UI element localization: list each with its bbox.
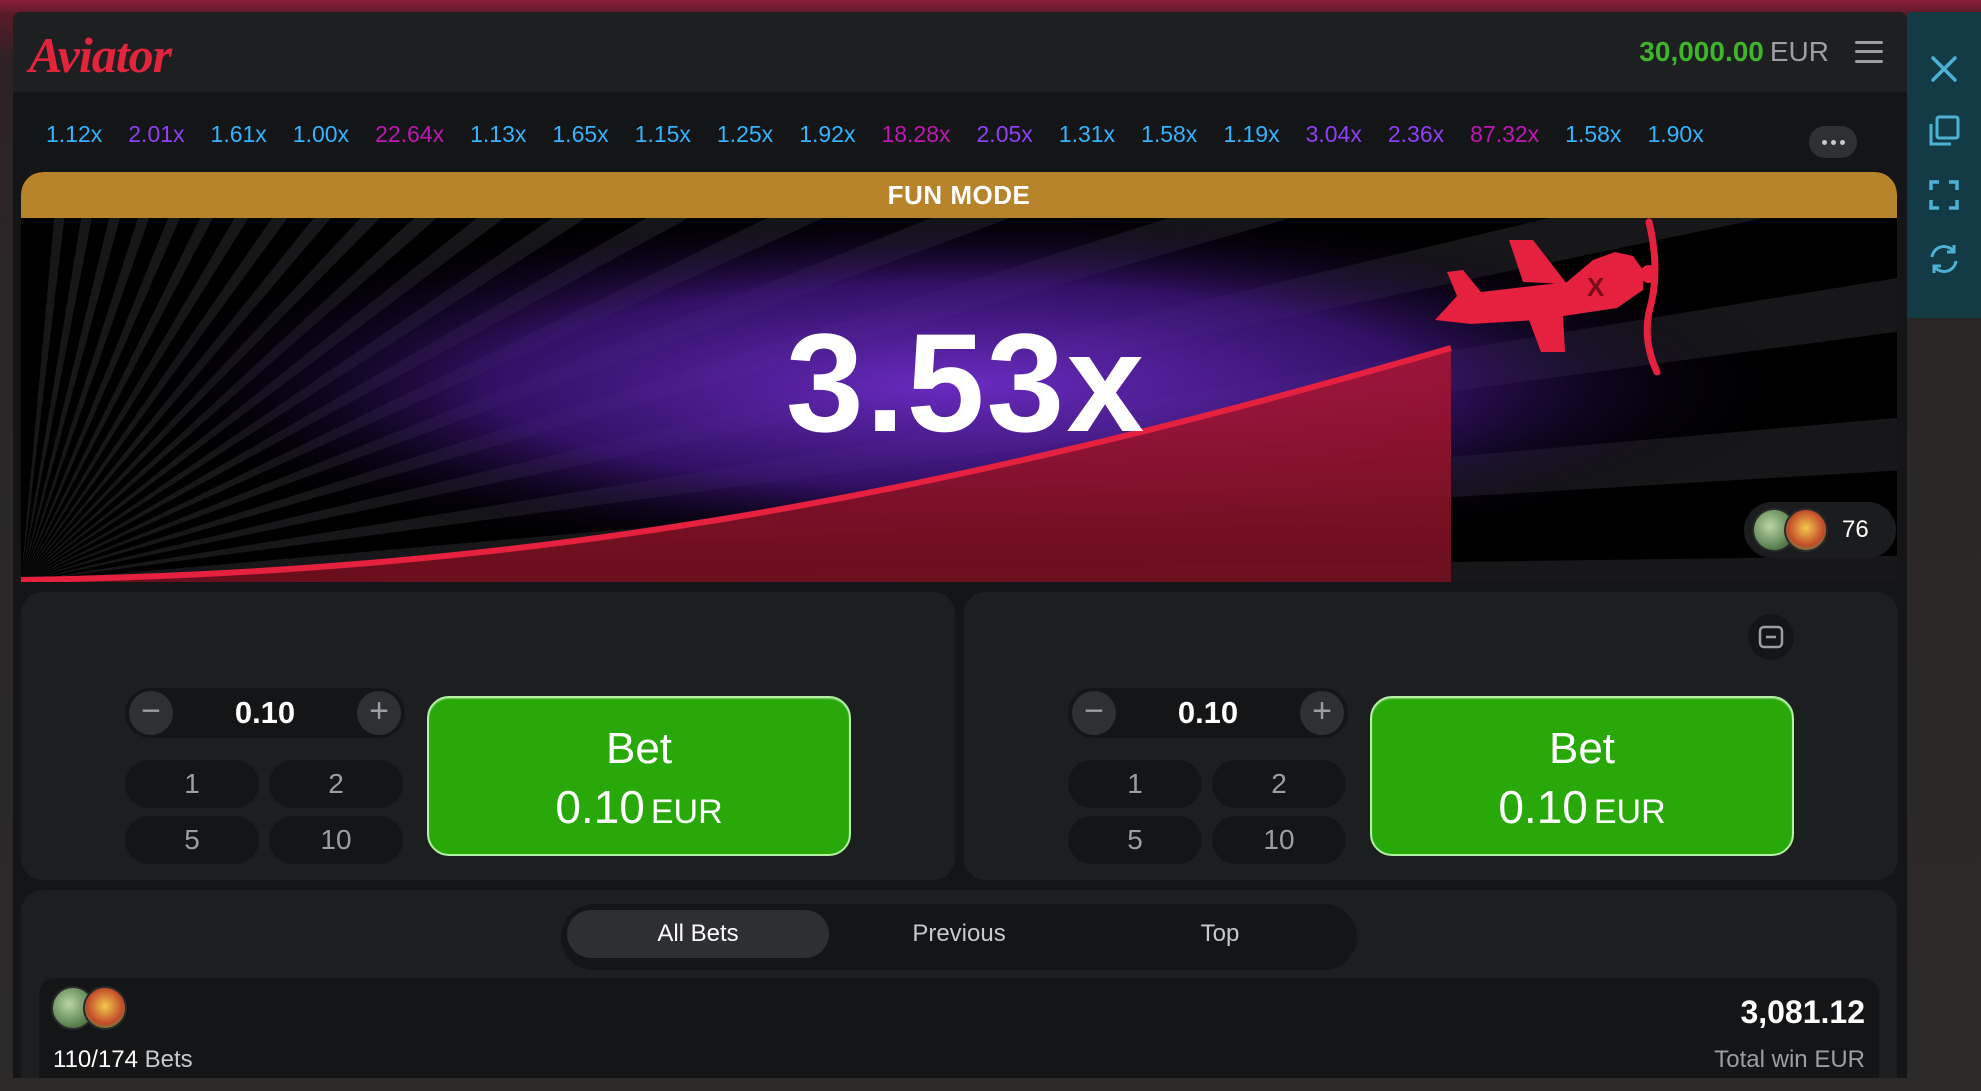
menu-line xyxy=(1855,50,1883,54)
plus-icon[interactable]: + xyxy=(1300,691,1344,735)
history-multiplier[interactable]: 1.00x xyxy=(280,121,362,148)
dot xyxy=(1821,139,1827,145)
total-win-label: Total win EUR xyxy=(1714,1046,1865,1073)
history-multiplier[interactable]: 1.15x xyxy=(622,121,704,148)
history-multiplier[interactable]: 1.25x xyxy=(704,121,786,148)
bet-amount-stepper: − + xyxy=(1068,688,1348,738)
bet-amount-input[interactable] xyxy=(1128,692,1288,734)
quick-amount-button[interactable]: 2 xyxy=(1212,760,1346,808)
bet-button-label: Bet xyxy=(1548,724,1616,773)
quick-amount-button[interactable]: 10 xyxy=(269,816,403,864)
bet-amount-value: 0.10 xyxy=(555,781,645,833)
history-multiplier[interactable]: 1.13x xyxy=(457,121,539,148)
history-multiplier[interactable]: 18.28x xyxy=(868,121,963,148)
balance-currency: EUR xyxy=(1769,36,1829,67)
top-bar: Aviator 30,000.00 EUR xyxy=(13,12,1907,92)
bet-amount-currency: EUR xyxy=(1593,793,1666,831)
tab-all-bets[interactable]: All Bets xyxy=(567,910,829,958)
popout-window-button[interactable] xyxy=(1921,108,1967,154)
multiplier-history: 1.12x 2.01x 1.61x 1.00x 22.64x 1.13x 1.65x 1.15… xyxy=(13,92,1907,172)
game-stage: FUN MODE X 3.53x 76 xyxy=(21,172,1897,582)
bet-button[interactable]: Bet 0.10 EUR xyxy=(427,696,851,856)
hamburger-menu-icon[interactable] xyxy=(1855,38,1883,66)
player-avatar xyxy=(1784,508,1828,552)
more-dots-icon[interactable] xyxy=(1809,126,1857,158)
bet-button-amount: 0.10 EUR xyxy=(1372,780,1792,834)
history-multiplier[interactable]: 1.58x xyxy=(1128,121,1210,148)
quick-amount-button[interactable]: 1 xyxy=(125,760,259,808)
close-icon xyxy=(1931,56,1957,82)
game-window: Aviator 30,000.00 EUR 1.12x 2.01x 1.61x 1.00… xyxy=(13,12,1907,1078)
history-multiplier[interactable]: 87.32x xyxy=(1457,121,1552,148)
quick-amount-button[interactable]: 10 xyxy=(1212,816,1346,864)
bet-button[interactable]: Bet 0.10 EUR xyxy=(1370,696,1794,856)
quick-amount-button[interactable]: 5 xyxy=(1068,816,1202,864)
quick-amount-button[interactable]: 5 xyxy=(125,816,259,864)
remove-bet-panel-button[interactable] xyxy=(1748,614,1794,660)
menu-line xyxy=(1855,41,1883,45)
tab-previous[interactable]: Previous xyxy=(828,910,1090,958)
side-rail xyxy=(1907,12,1981,318)
bet-panel-1: − + 1 2 5 10 Bet 0.10EUR xyxy=(21,592,955,880)
dot xyxy=(1839,139,1845,145)
fullscreen-button[interactable] xyxy=(1921,172,1967,218)
bets-summary: 110/174 Bets 3,081.12 Total win EUR xyxy=(39,978,1879,1078)
dot xyxy=(1830,139,1836,145)
refresh-button[interactable] xyxy=(1921,236,1967,282)
balance: 30,000.00 EUR xyxy=(1639,36,1829,68)
history-multiplier[interactable]: 1.58x xyxy=(1552,121,1634,148)
history-multiplier[interactable]: 1.65x xyxy=(539,121,621,148)
player-avatar xyxy=(83,986,127,1030)
popout-window-icon xyxy=(1929,115,1960,146)
minus-icon[interactable]: − xyxy=(1072,691,1116,735)
fun-mode-banner: FUN MODE xyxy=(21,172,1897,218)
bets-section: All Bets Previous Top 110/174 Bets 3,081… xyxy=(21,890,1897,1078)
svg-text:X: X xyxy=(1587,272,1605,302)
history-multiplier[interactable]: 2.05x xyxy=(964,121,1046,148)
history-multiplier[interactable]: 1.19x xyxy=(1210,121,1292,148)
minus-square-icon xyxy=(1758,625,1784,649)
history-multiplier[interactable]: 2.01x xyxy=(115,121,197,148)
refresh-icon xyxy=(1930,245,1958,273)
bets-count: 110/174 Bets xyxy=(53,1046,193,1074)
bet-button-amount: 0.10 EUR xyxy=(429,780,849,834)
history-multiplier[interactable]: 22.64x xyxy=(362,121,457,148)
fullscreen-icon xyxy=(1929,180,1959,210)
bets-tabs: All Bets Previous Top xyxy=(561,904,1357,970)
bet-amount-input[interactable] xyxy=(185,692,345,734)
menu-line xyxy=(1855,59,1883,63)
players-badge: 76 xyxy=(1744,502,1896,558)
players-count: 76 xyxy=(1842,516,1869,543)
history-multiplier[interactable]: 1.31x xyxy=(1046,121,1128,148)
history-multiplier[interactable]: 1.92x xyxy=(786,121,868,148)
close-button[interactable] xyxy=(1921,46,1967,92)
bet-amount-stepper: − + xyxy=(125,688,405,738)
history-list: 1.12x 2.01x 1.61x 1.00x 22.64x 1.13x 1.65x 1.15… xyxy=(33,114,1833,154)
bet-panel-2: − + 1 2 5 10 Bet 0.10EUR xyxy=(964,592,1898,880)
quick-amount-button[interactable]: 2 xyxy=(269,760,403,808)
quick-amount-button[interactable]: 1 xyxy=(1068,760,1202,808)
aviator-logo: Aviator xyxy=(29,27,172,83)
bets-count-label: Bets xyxy=(144,1046,193,1073)
bet-button-label: Bet xyxy=(605,724,673,773)
total-win-amount: 3,081.12 xyxy=(1740,994,1865,1030)
minus-icon[interactable]: − xyxy=(129,691,173,735)
bet-amount-currency: EUR xyxy=(650,793,723,831)
current-multiplier: 3.53x xyxy=(785,304,1147,461)
tab-top[interactable]: Top xyxy=(1089,910,1351,958)
bettor-avatars xyxy=(51,986,151,1036)
history-multiplier[interactable]: 3.04x xyxy=(1293,121,1375,148)
plus-icon[interactable]: + xyxy=(357,691,401,735)
bet-amount-value: 0.10 xyxy=(1498,781,1588,833)
history-multiplier[interactable]: 1.90x xyxy=(1634,121,1716,148)
history-multiplier[interactable]: 1.61x xyxy=(198,121,280,148)
history-multiplier[interactable]: 1.12x xyxy=(33,121,115,148)
bets-count-value: 110/174 xyxy=(53,1046,138,1073)
balance-amount: 30,000.00 xyxy=(1639,36,1764,67)
history-multiplier[interactable]: 2.36x xyxy=(1375,121,1457,148)
